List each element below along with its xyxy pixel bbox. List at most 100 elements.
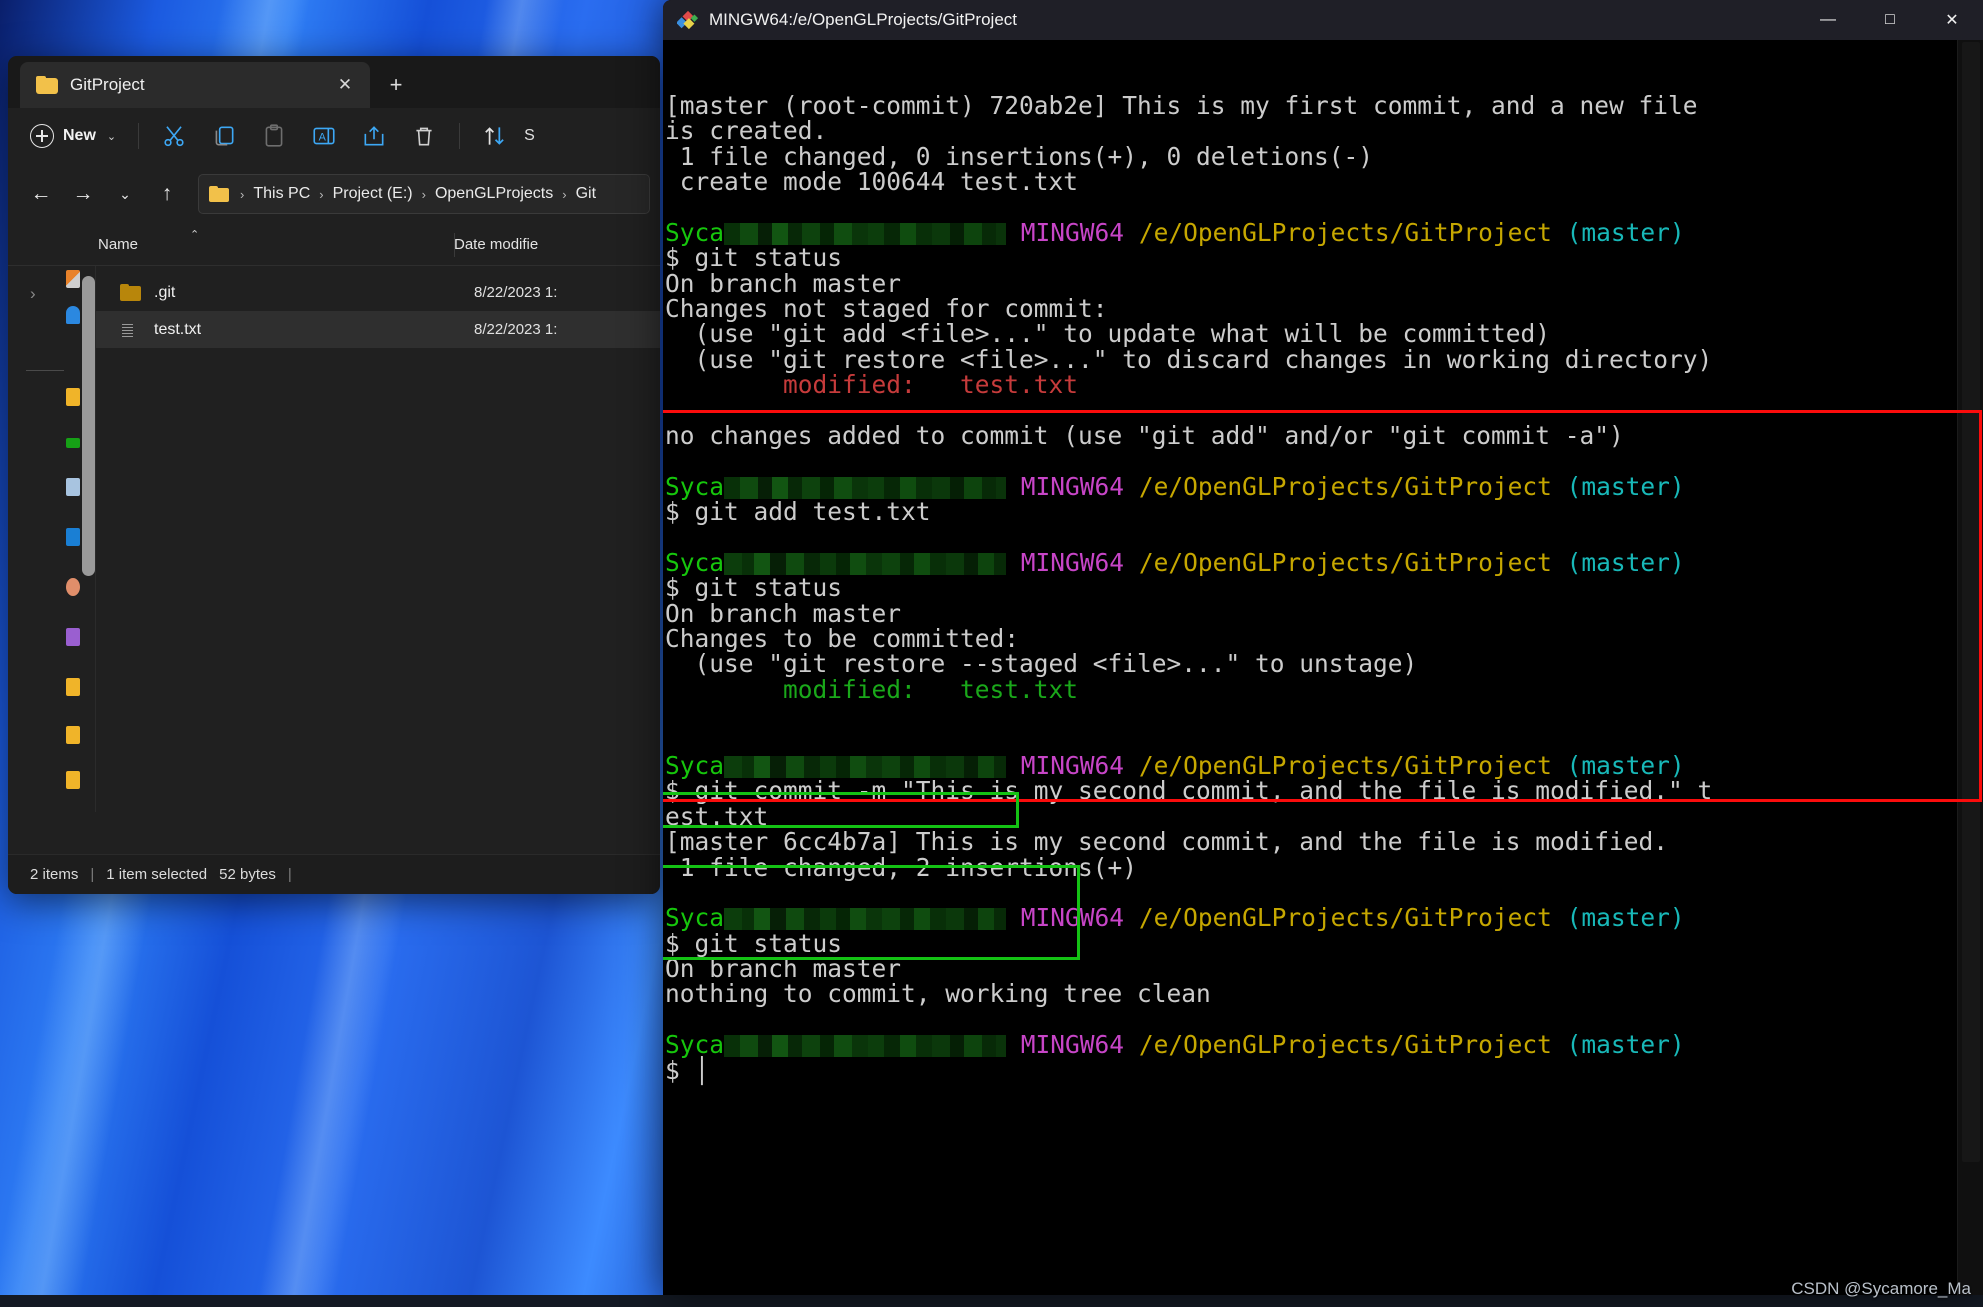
terminal-command-line: $ │ <box>665 1055 1983 1085</box>
terminal-title-bar[interactable]: MINGW64:/e/OpenGLProjects/GitProject — □… <box>663 0 1983 40</box>
status-divider-2: | <box>287 866 292 883</box>
close-icon[interactable]: ✕ <box>332 75 358 95</box>
prompt-branch: (master) <box>1566 903 1685 933</box>
terminal-output-line: (use "git restore --staged <file>..." to… <box>665 651 1983 676</box>
minimize-icon[interactable]: — <box>1797 0 1859 40</box>
terminal-scrollbar-thumb[interactable] <box>1962 42 1980 1162</box>
terminal-modified-unstaged-line: modified: test.txt <box>665 372 1983 397</box>
navpane-scrollbar-thumb[interactable] <box>82 276 95 576</box>
address-bar[interactable]: › This PC › Project (E:) › OpenGLProject… <box>198 174 650 214</box>
sort-label: S <box>524 127 535 144</box>
prompt-shell: MINGW64 <box>1020 1030 1125 1060</box>
sort-ascending-icon: ⌃ <box>190 229 200 241</box>
forward-icon[interactable]: → <box>64 175 102 213</box>
status-divider-1: | <box>90 866 95 883</box>
paste-button[interactable] <box>249 117 299 155</box>
breadcrumb-separator-0: › <box>240 186 245 202</box>
mingw64-terminal-window[interactable]: MINGW64:/e/OpenGLProjects/GitProject — □… <box>663 0 1983 1295</box>
new-tab-button[interactable]: + <box>380 70 412 100</box>
prompt-space-2 <box>1552 548 1567 577</box>
breadcrumb-gitproject[interactable]: Git <box>572 182 600 206</box>
prompt-shell: MINGW64 <box>1020 471 1125 501</box>
rename-icon: A <box>313 127 335 145</box>
prompt-path: /e/OpenGLProjects/GitProject <box>1138 1030 1552 1060</box>
local-disk-c-icon <box>66 678 80 696</box>
navpane-divider <box>26 370 64 371</box>
terminal-scrollbar[interactable] <box>1957 40 1983 1295</box>
terminal-output-line: 1 file changed, 2 insertions(+) <box>665 852 1983 882</box>
prompt-shell: MINGW64 <box>1020 547 1125 577</box>
column-header-date-modified[interactable]: Date modifie <box>454 236 538 253</box>
rename-button[interactable]: A <box>299 117 349 155</box>
copy-icon <box>215 126 234 146</box>
file-name: test.txt <box>154 320 202 338</box>
documents-folder-icon <box>66 478 80 496</box>
table-row[interactable]: test.txt 8/22/2023 1: <box>96 311 660 348</box>
prompt-path: /e/OpenGLProjects/GitProject <box>1138 903 1552 933</box>
folder-icon <box>36 76 58 94</box>
close-icon[interactable]: ✕ <box>1921 0 1983 40</box>
terminal-title: MINGW64:/e/OpenGLProjects/GitProject <box>709 10 1017 29</box>
column-header-name[interactable]: Name <box>98 236 454 253</box>
file-explorer-window[interactable]: GitProject ✕ + New ⌄ A S ← → ⌄ ↑ › This … <box>8 56 660 894</box>
terminal-output-line: nothing to commit, working tree clean <box>665 981 1983 1006</box>
expand-chevron-icon[interactable]: › <box>30 284 36 304</box>
prompt-gap <box>1006 472 1021 501</box>
terminal-output-area[interactable]: [master (root-commit) 720ab2e] This is m… <box>663 40 1983 1295</box>
terminal-line-text: $ <box>665 1055 695 1085</box>
breadcrumb-this-pc[interactable]: This PC <box>249 182 314 206</box>
terminal-line-text: modified: test.txt <box>665 370 1079 400</box>
explorer-tab-gitproject[interactable]: GitProject ✕ <box>20 62 370 108</box>
window-controls: — □ ✕ <box>1797 0 1983 40</box>
cut-button[interactable] <box>149 117 199 155</box>
prompt-gap <box>1006 218 1021 247</box>
prompt-space-2 <box>1552 472 1567 501</box>
copy-button[interactable] <box>199 117 249 155</box>
explorer-tab-strip: GitProject ✕ + <box>8 56 660 108</box>
terminal-line-text: $ git add test.txt <box>665 497 931 527</box>
share-button[interactable] <box>349 117 399 155</box>
terminal-command-line: $ git add test.txt <box>665 499 1983 524</box>
terminal-lines: [master (root-commit) 720ab2e] This is m… <box>663 93 1983 1083</box>
breadcrumb-project-e[interactable]: Project (E:) <box>329 182 417 206</box>
up-icon[interactable]: ↑ <box>148 175 186 213</box>
breadcrumb-openglprojects[interactable]: OpenGLProjects <box>431 182 557 206</box>
sort-button[interactable] <box>470 117 520 155</box>
breadcrumb-separator-2: › <box>421 186 426 202</box>
prompt-gap <box>1006 903 1021 932</box>
terminal-command-line: $ git commit -m "This is my second commi… <box>665 778 1983 803</box>
file-date-modified: 8/22/2023 1: <box>474 284 558 301</box>
quick-access-icon <box>66 270 80 288</box>
delete-button[interactable] <box>399 117 449 155</box>
pictures-folder-icon <box>66 528 80 546</box>
terminal-output-line: no changes added to commit (use "git add… <box>665 423 1983 448</box>
prompt-branch: (master) <box>1566 547 1685 577</box>
prompt-branch: (master) <box>1566 1030 1685 1060</box>
column-headers: Name ⌃ Date modifie <box>8 224 660 266</box>
new-button[interactable]: New ⌄ <box>22 118 128 154</box>
terminal-line-text: no changes added to commit (use "git add… <box>665 420 1624 450</box>
prompt-space-2 <box>1552 1030 1567 1059</box>
toolbar-divider <box>138 123 140 149</box>
prompt-space-2 <box>1552 218 1567 247</box>
back-icon[interactable]: ← <box>22 175 60 213</box>
explorer-navigation-bar: ← → ⌄ ↑ › This PC › Project (E:) › OpenG… <box>8 164 660 224</box>
terminal-prompt-line: Syca MINGW64 /e/OpenGLProjects/GitProjec… <box>665 550 1983 575</box>
music-folder-icon <box>66 578 80 596</box>
trash-icon <box>416 127 432 146</box>
navigation-pane[interactable]: › <box>8 266 96 812</box>
table-row[interactable]: .git 8/22/2023 1: <box>96 274 660 311</box>
terminal-line-text: 1 file changed, 2 insertions(+) <box>665 852 1138 882</box>
explorer-status-bar: 2 items | 1 item selected 52 bytes | <box>8 854 660 894</box>
terminal-command-line: $ git status <box>665 245 1983 270</box>
project-e-icon <box>66 771 80 789</box>
breadcrumb-separator-3: › <box>562 186 567 202</box>
maximize-icon[interactable]: □ <box>1859 0 1921 40</box>
recent-locations-icon[interactable]: ⌄ <box>106 175 144 213</box>
terminal-line-text: nothing to commit, working tree clean <box>665 979 1211 1009</box>
